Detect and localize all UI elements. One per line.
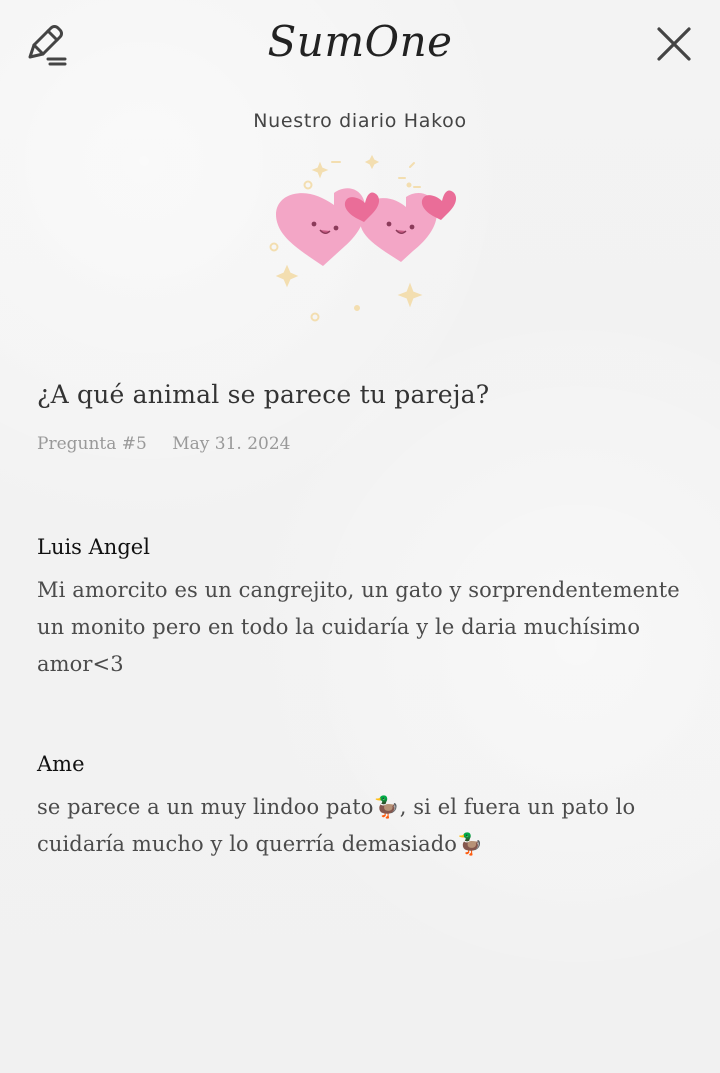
edit-button[interactable] <box>20 18 72 70</box>
question-number: Pregunta #5 <box>37 434 147 454</box>
pencil-icon <box>28 25 67 66</box>
answer-block: Luis Angel Mi amorcito es un cangrejito,… <box>37 532 683 683</box>
diary-title: Nuestro diario Hakoo <box>253 110 467 132</box>
close-icon <box>657 27 691 61</box>
answer-text: Mi amorcito es un cangrejito, un gato y … <box>37 578 680 676</box>
hearts-illustration <box>260 150 470 325</box>
question-meta: Pregunta #5 May 31. 2024 <box>37 434 291 454</box>
answer-block: Ame se parece a un muy lindoo pato🦆, si … <box>37 749 683 863</box>
app-logo: SumOne <box>267 17 453 66</box>
answer-author: Luis Angel <box>37 535 150 559</box>
answer-author: Ame <box>37 752 85 776</box>
answer-text: se parece a un muy lindoo pato🦆, si el f… <box>37 795 636 856</box>
close-button[interactable] <box>648 18 700 70</box>
question-text: ¿A qué animal se parece tu pareja? <box>37 380 490 409</box>
question-date: May 31. 2024 <box>172 434 291 454</box>
top-bar: SumOne <box>0 0 720 92</box>
twin-hearts-icon <box>269 154 457 322</box>
